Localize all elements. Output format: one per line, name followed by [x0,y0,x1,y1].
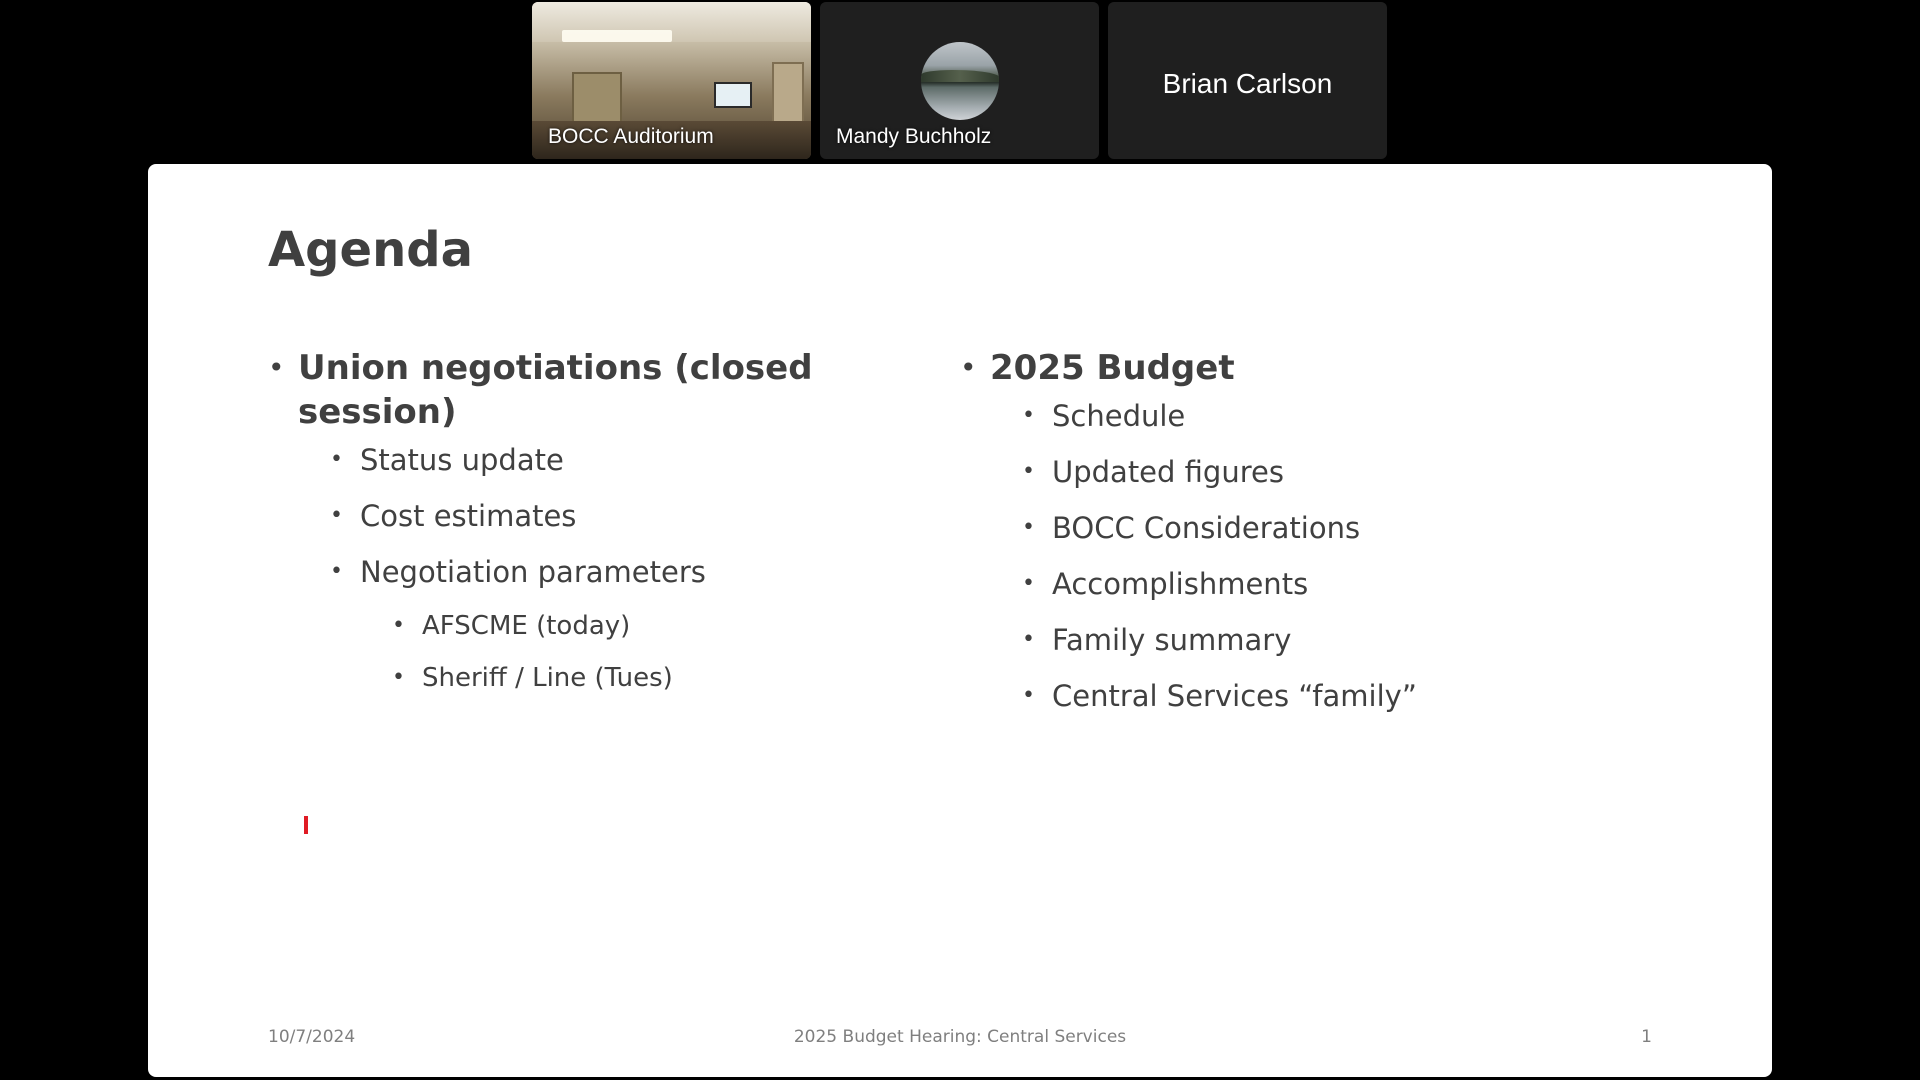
list-item: • Central Services “family” [1022,676,1600,716]
list-item: • Status update [330,440,868,480]
bullet-icon: • [1022,627,1035,652]
bullet-icon: • [330,559,343,584]
list-item-text: Accomplishments [1052,567,1309,601]
avatar [921,42,999,120]
bullet-icon: • [1022,403,1035,428]
shared-slide: Agenda • Union negotiations (closed sess… [148,164,1772,1077]
meeting-stage: BOCC Auditorium Mandy Buchholz Brian Car… [0,0,1920,1080]
list-item: • Accomplishments [1022,564,1600,604]
slide-page-number: 1 [1641,1027,1652,1047]
bullet-icon: • [1022,683,1035,708]
agenda-left-column: • Union negotiations (closed session) • … [268,346,868,712]
participant-tile-mandy-buchholz[interactable]: Mandy Buchholz [820,2,1099,159]
list-item-text: BOCC Considerations [1052,511,1361,545]
sub-list-item-text: AFSCME (today) [422,611,631,641]
pointer-cursor [304,816,308,834]
list-item-text: Cost estimates [360,499,577,533]
list-item-text: Negotiation parameters [360,555,706,589]
bullet-icon: • [268,351,285,384]
agenda-heading-text: 2025 Budget [990,348,1235,388]
agenda-heading-text: Union negotiations (closed session) [298,348,813,432]
agenda-right-column: • 2025 Budget • Schedule • Updated figur… [960,346,1600,732]
agenda-heading: • Union negotiations (closed session) [268,346,868,434]
agenda-heading: • 2025 Budget [960,346,1600,390]
participant-tile-bocc-auditorium[interactable]: BOCC Auditorium [532,2,811,159]
bullet-icon: • [392,665,405,690]
bullet-icon: • [330,503,343,528]
list-item-text: Central Services “family” [1052,679,1417,713]
slide-footer-title: 2025 Budget Hearing: Central Services [793,1027,1127,1047]
bullet-icon: • [330,447,343,472]
list-item-text: Schedule [1052,399,1186,433]
list-item-text: Status update [360,443,564,477]
slide-title: Agenda [268,222,473,278]
participant-name: Brian Carlson [1162,68,1333,99]
participant-name: BOCC Auditorium [548,125,714,148]
sub-list-item: • Sheriff / Line (Tues) [392,660,868,696]
participant-tile-brian-carlson[interactable]: Brian Carlson [1108,2,1387,159]
bullet-icon: • [1022,515,1035,540]
list-item: • Schedule [1022,396,1600,436]
bullet-icon: • [1022,571,1035,596]
sub-list-item: • AFSCME (today) [392,608,868,644]
list-item: • Cost estimates [330,496,868,536]
bullet-icon: • [392,613,405,638]
list-item-text: Family summary [1052,623,1292,657]
list-item-text: Updated figures [1052,455,1284,489]
list-item: • Updated figures [1022,452,1600,492]
list-item: • BOCC Considerations [1022,508,1600,548]
participant-name: Mandy Buchholz [836,125,992,148]
bullet-icon: • [960,351,977,384]
list-item: • Negotiation parameters [330,552,868,592]
bullet-icon: • [1022,459,1035,484]
list-item: • Family summary [1022,620,1600,660]
sub-list-item-text: Sheriff / Line (Tues) [422,663,673,693]
